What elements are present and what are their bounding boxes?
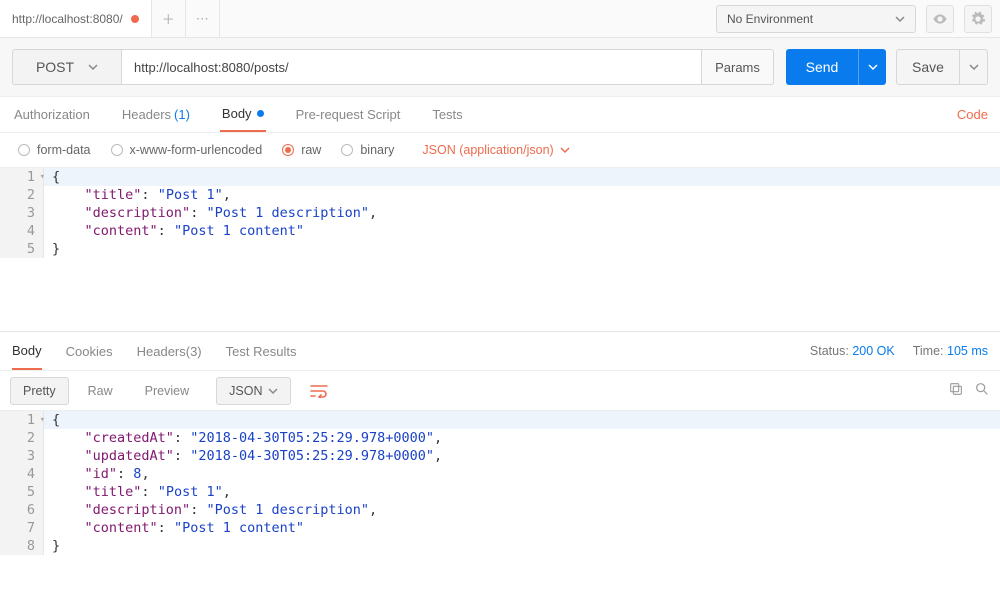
radio-binary[interactable]: binary xyxy=(341,143,394,157)
request-body-editor[interactable]: 1{ 2 "title": "Post 1", 3 "description":… xyxy=(0,167,1000,325)
response-tabs: Body Cookies Headers (3) Test Results St… xyxy=(0,331,1000,371)
chevron-down-icon xyxy=(88,62,98,72)
resp-tab-cookies[interactable]: Cookies xyxy=(66,332,113,370)
request-row: POST http://localhost:8080/posts/ Params… xyxy=(0,38,1000,97)
environment-select[interactable]: No Environment xyxy=(716,5,916,33)
pretty-button[interactable]: Pretty xyxy=(10,377,69,405)
radio-urlencoded[interactable]: x-www-form-urlencoded xyxy=(111,143,263,157)
response-body-editor[interactable]: 1{ 2 "createdAt": "2018-04-30T05:25:29.9… xyxy=(0,411,1000,555)
code-link[interactable]: Code xyxy=(957,107,988,122)
status-code: 200 OK xyxy=(852,344,894,358)
chevron-down-icon xyxy=(969,62,979,72)
tab-prerequest[interactable]: Pre-request Script xyxy=(294,97,403,132)
environment-area: No Environment xyxy=(708,0,1000,37)
request-tabs: Authorization Headers (1) Body Pre-reque… xyxy=(0,97,1000,133)
wrap-lines-button[interactable] xyxy=(297,377,341,405)
preview-button[interactable]: Preview xyxy=(132,377,202,405)
radio-raw[interactable]: raw xyxy=(282,143,321,157)
resp-tab-headers[interactable]: Headers (3) xyxy=(137,332,202,370)
tab-title: http://localhost:8080/ xyxy=(12,12,123,26)
send-button[interactable]: Send xyxy=(786,49,858,85)
new-tab-button[interactable]: ＋ xyxy=(152,0,186,37)
chevron-down-icon xyxy=(268,386,278,396)
radio-form-data[interactable]: form-data xyxy=(18,143,91,157)
copy-icon xyxy=(948,381,964,397)
response-time: 105 ms xyxy=(947,344,988,358)
params-button[interactable]: Params xyxy=(702,49,774,85)
resp-headers-count: (3) xyxy=(186,344,202,359)
raw-button[interactable]: Raw xyxy=(75,377,126,405)
wrap-icon xyxy=(310,384,328,398)
tab-overflow-button[interactable]: ⋯ xyxy=(186,0,220,37)
response-status: Status: 200 OK Time: 105 ms xyxy=(810,344,988,358)
tab-tests[interactable]: Tests xyxy=(430,97,464,132)
content-type-select[interactable]: JSON (application/json) xyxy=(422,143,569,157)
url-input[interactable]: http://localhost:8080/posts/ xyxy=(122,49,702,85)
tab-headers[interactable]: Headers (1) xyxy=(120,97,192,132)
tab-authorization[interactable]: Authorization xyxy=(12,97,92,132)
lang-select[interactable]: JSON xyxy=(216,377,291,405)
quicklook-button[interactable] xyxy=(926,5,954,33)
save-dropdown[interactable] xyxy=(960,49,988,85)
body-type-options: form-data x-www-form-urlencoded raw bina… xyxy=(0,133,1000,167)
chevron-down-icon xyxy=(868,62,878,72)
headers-count: (1) xyxy=(174,107,190,122)
response-toolbar: Pretty Raw Preview JSON xyxy=(0,371,1000,411)
search-button[interactable] xyxy=(974,381,990,400)
eye-icon xyxy=(932,11,948,27)
settings-button[interactable] xyxy=(964,5,992,33)
url-value: http://localhost:8080/posts/ xyxy=(134,60,289,75)
body-indicator-icon xyxy=(257,110,264,117)
environment-label: No Environment xyxy=(727,12,813,26)
gear-icon xyxy=(970,11,986,27)
request-tab[interactable]: http://localhost:8080/ xyxy=(0,0,152,37)
copy-button[interactable] xyxy=(948,381,964,400)
method-label: POST xyxy=(36,59,74,75)
chevron-down-icon xyxy=(895,14,905,24)
app-tabbar: http://localhost:8080/ ＋ ⋯ No Environmen… xyxy=(0,0,1000,38)
resp-tab-body[interactable]: Body xyxy=(12,332,42,370)
search-icon xyxy=(974,381,990,397)
chevron-down-icon xyxy=(560,145,570,155)
resp-tab-tests[interactable]: Test Results xyxy=(226,332,297,370)
save-button[interactable]: Save xyxy=(896,49,960,85)
method-select[interactable]: POST xyxy=(12,49,122,85)
tab-body[interactable]: Body xyxy=(220,97,266,132)
send-dropdown[interactable] xyxy=(858,49,886,85)
unsaved-dot-icon xyxy=(131,15,139,23)
